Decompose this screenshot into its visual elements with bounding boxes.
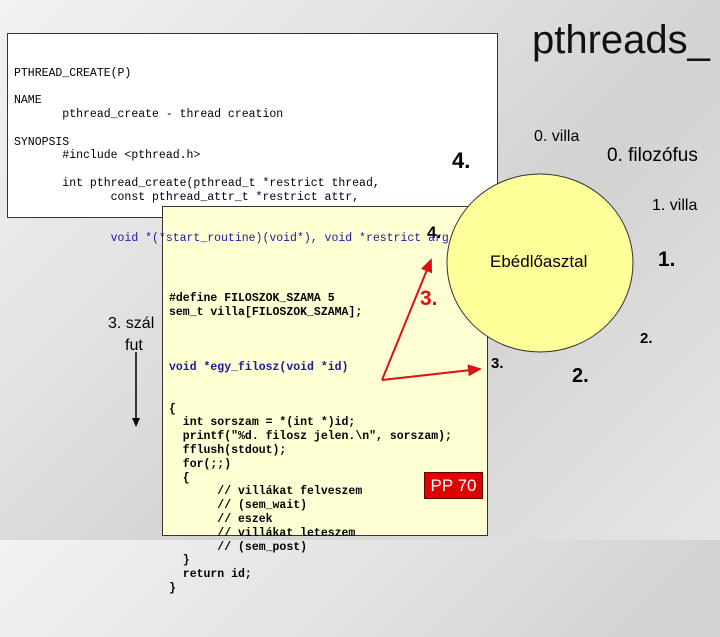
- code-line: // (sem_post): [169, 540, 308, 554]
- label-3-red: 3.: [420, 287, 438, 310]
- philosopher-0: 0. filozófus: [607, 145, 698, 166]
- arrow-to-4: [381, 258, 433, 381]
- label-3: 3.: [491, 355, 504, 372]
- philosopher-2: 2.: [572, 365, 589, 387]
- thread-label-fut: fut: [125, 337, 143, 354]
- fork-1: 1. villa: [652, 197, 698, 214]
- arrow-to-3: [381, 364, 482, 381]
- slide-number-badge: PP 70: [424, 472, 483, 499]
- code-line: return id;: [169, 568, 252, 582]
- fork-0: 0. villa: [534, 128, 580, 145]
- code-line: }: [169, 554, 190, 568]
- man-last-line: void *(*start_routine)(void*), void *res…: [14, 232, 449, 246]
- philosopher-1: 1.: [658, 248, 676, 271]
- table-label: Ebédlőasztal: [490, 252, 588, 271]
- fork-2: 2.: [640, 330, 653, 347]
- thread-label: 3. szál: [108, 315, 155, 332]
- code-line: }: [169, 581, 176, 595]
- diagram-overlay: [132, 173, 634, 427]
